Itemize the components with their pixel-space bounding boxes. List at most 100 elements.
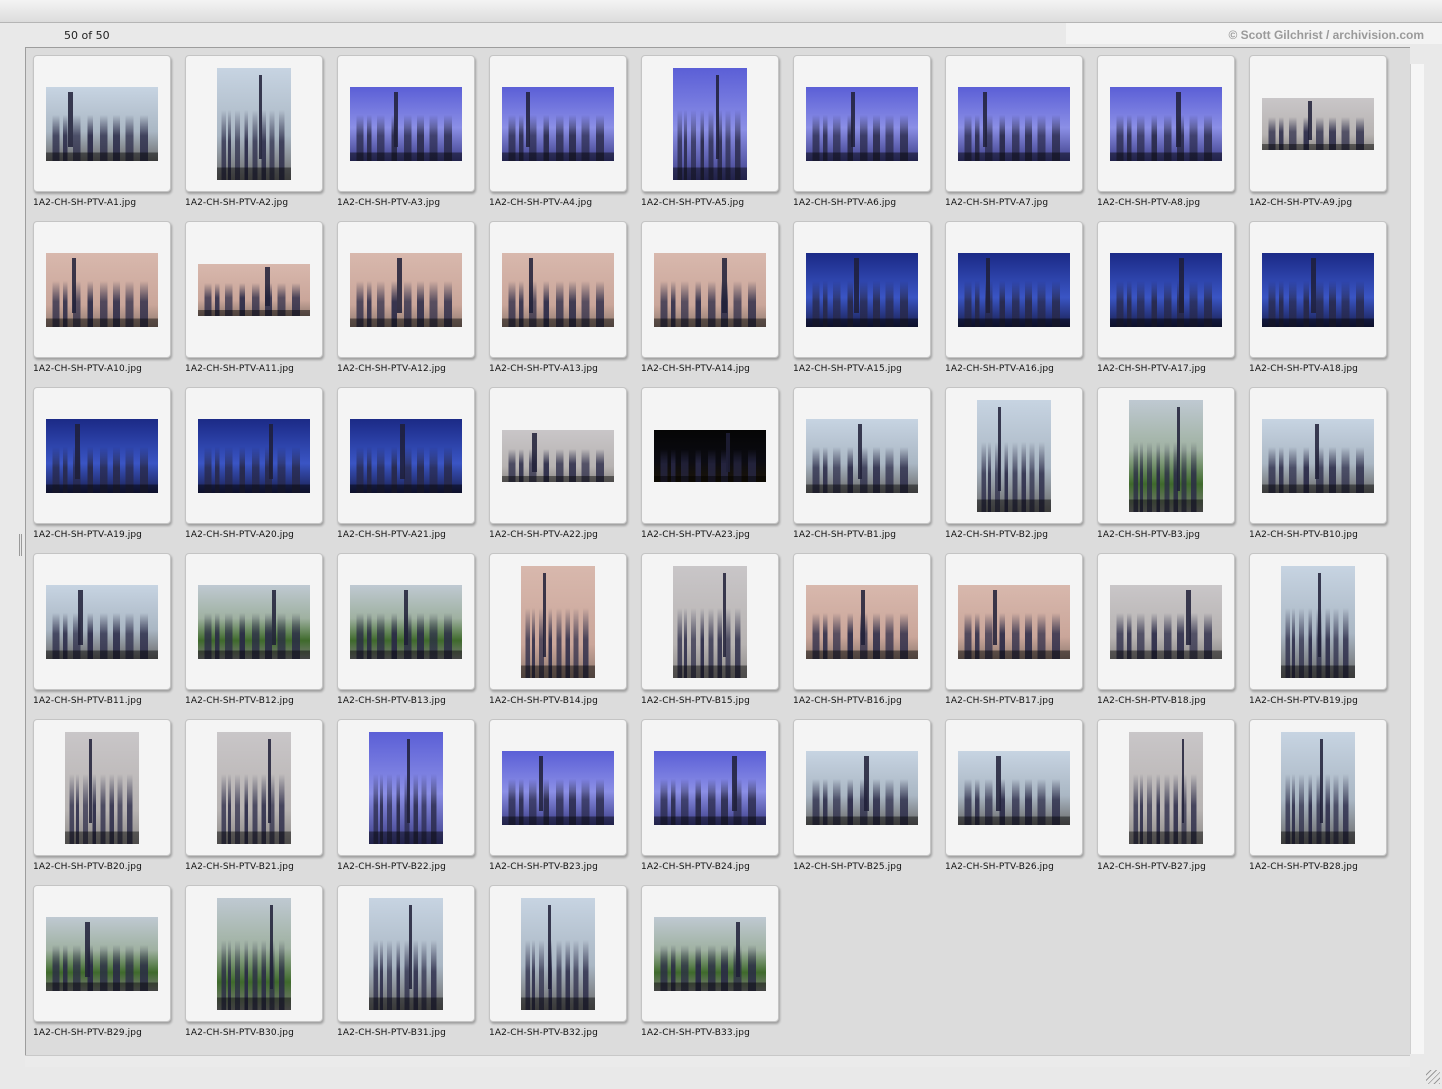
thumbnail-image[interactable] (1110, 584, 1222, 659)
thumbnail-card[interactable] (641, 55, 779, 192)
thumbnail-image[interactable] (806, 418, 918, 493)
thumbnail-image[interactable] (350, 252, 462, 327)
thumbnail-image[interactable] (654, 429, 766, 482)
thumbnail-card[interactable] (1249, 387, 1387, 524)
thumbnail-item[interactable]: 1A2-CH-SH-PTV-B3.jpg (1097, 387, 1249, 553)
thumbnail-card[interactable] (945, 387, 1083, 524)
thumbnail-card[interactable] (185, 55, 323, 192)
thumbnail-card[interactable] (337, 719, 475, 856)
thumbnail-card[interactable] (641, 885, 779, 1022)
thumbnail-card[interactable] (1097, 553, 1235, 690)
thumbnail-image[interactable] (1110, 86, 1222, 161)
thumbnail-card[interactable] (33, 885, 171, 1022)
thumbnail-card[interactable] (185, 885, 323, 1022)
thumbnail-item[interactable]: 1A2-CH-SH-PTV-A8.jpg (1097, 55, 1249, 221)
thumbnail-card[interactable] (1249, 719, 1387, 856)
thumbnail-item[interactable]: 1A2-CH-SH-PTV-A6.jpg (793, 55, 945, 221)
thumbnail-item[interactable]: 1A2-CH-SH-PTV-A14.jpg (641, 221, 793, 387)
thumbnail-item[interactable]: 1A2-CH-SH-PTV-A11.jpg (185, 221, 337, 387)
thumbnail-image[interactable] (502, 252, 614, 327)
thumbnail-image[interactable] (806, 584, 918, 659)
thumbnail-item[interactable]: 1A2-CH-SH-PTV-A23.jpg (641, 387, 793, 553)
thumbnail-item[interactable]: 1A2-CH-SH-PTV-A1.jpg (33, 55, 185, 221)
thumbnail-item[interactable]: 1A2-CH-SH-PTV-B12.jpg (185, 553, 337, 719)
thumbnail-image[interactable] (46, 916, 158, 991)
thumbnail-card[interactable] (185, 387, 323, 524)
thumbnail-card[interactable] (337, 553, 475, 690)
thumbnail-image[interactable] (806, 750, 918, 825)
thumbnail-image[interactable] (46, 86, 158, 161)
thumbnail-item[interactable]: 1A2-CH-SH-PTV-A22.jpg (489, 387, 641, 553)
thumbnail-image[interactable] (673, 67, 747, 180)
thumbnail-item[interactable]: 1A2-CH-SH-PTV-B29.jpg (33, 885, 185, 1051)
thumbnail-item[interactable]: 1A2-CH-SH-PTV-A15.jpg (793, 221, 945, 387)
thumbnail-card[interactable] (489, 55, 627, 192)
thumbnail-card[interactable] (793, 719, 931, 856)
thumbnail-card[interactable] (185, 221, 323, 358)
thumbnail-image[interactable] (806, 252, 918, 327)
thumbnail-image[interactable] (350, 86, 462, 161)
thumbnail-image[interactable] (198, 418, 310, 493)
thumbnail-card[interactable] (489, 553, 627, 690)
thumbnail-item[interactable]: 1A2-CH-SH-PTV-B10.jpg (1249, 387, 1401, 553)
thumbnail-item[interactable]: 1A2-CH-SH-PTV-A7.jpg (945, 55, 1097, 221)
thumbnail-card[interactable] (945, 221, 1083, 358)
thumbnail-item[interactable]: 1A2-CH-SH-PTV-B15.jpg (641, 553, 793, 719)
thumbnail-item[interactable]: 1A2-CH-SH-PTV-A3.jpg (337, 55, 489, 221)
thumbnail-card[interactable] (793, 221, 931, 358)
thumbnail-card[interactable] (793, 55, 931, 192)
thumbnail-card[interactable] (1249, 553, 1387, 690)
thumbnail-item[interactable]: 1A2-CH-SH-PTV-A4.jpg (489, 55, 641, 221)
thumbnail-card[interactable] (945, 553, 1083, 690)
thumbnail-card[interactable] (1097, 387, 1235, 524)
thumbnail-item[interactable]: 1A2-CH-SH-PTV-B26.jpg (945, 719, 1097, 885)
thumbnail-image[interactable] (502, 429, 614, 482)
thumbnail-card[interactable] (1097, 719, 1235, 856)
thumbnail-image[interactable] (1110, 252, 1222, 327)
thumbnail-image[interactable] (46, 584, 158, 659)
thumbnail-image[interactable] (1129, 399, 1203, 512)
thumbnail-card[interactable] (337, 55, 475, 192)
thumbnail-item[interactable]: 1A2-CH-SH-PTV-A9.jpg (1249, 55, 1401, 221)
panel-splitter-handle[interactable] (19, 534, 22, 556)
thumbnail-item[interactable]: 1A2-CH-SH-PTV-B21.jpg (185, 719, 337, 885)
thumbnail-item[interactable]: 1A2-CH-SH-PTV-B23.jpg (489, 719, 641, 885)
thumbnail-image[interactable] (1262, 418, 1374, 493)
thumbnail-image[interactable] (654, 916, 766, 991)
thumbnail-image[interactable] (502, 750, 614, 825)
thumbnail-card[interactable] (489, 719, 627, 856)
thumbnail-image[interactable] (654, 252, 766, 327)
thumbnail-card[interactable] (337, 221, 475, 358)
thumbnail-item[interactable]: 1A2-CH-SH-PTV-B27.jpg (1097, 719, 1249, 885)
thumbnail-item[interactable]: 1A2-CH-SH-PTV-B14.jpg (489, 553, 641, 719)
thumbnail-card[interactable] (33, 221, 171, 358)
thumbnail-item[interactable]: 1A2-CH-SH-PTV-B28.jpg (1249, 719, 1401, 885)
thumbnail-item[interactable]: 1A2-CH-SH-PTV-A13.jpg (489, 221, 641, 387)
thumbnail-card[interactable] (641, 387, 779, 524)
thumbnail-image[interactable] (521, 565, 595, 678)
thumbnail-item[interactable]: 1A2-CH-SH-PTV-B24.jpg (641, 719, 793, 885)
thumbnail-item[interactable]: 1A2-CH-SH-PTV-B25.jpg (793, 719, 945, 885)
thumbnail-image[interactable] (198, 584, 310, 659)
thumbnail-image[interactable] (217, 67, 291, 180)
thumbnail-card[interactable] (489, 387, 627, 524)
thumbnail-image[interactable] (958, 750, 1070, 825)
thumbnail-item[interactable]: 1A2-CH-SH-PTV-A10.jpg (33, 221, 185, 387)
thumbnail-image[interactable] (1129, 731, 1203, 844)
thumbnail-image[interactable] (958, 252, 1070, 327)
thumbnail-card[interactable] (1097, 221, 1235, 358)
thumbnail-image[interactable] (521, 897, 595, 1010)
vertical-scrollbar[interactable] (1410, 64, 1424, 1054)
thumbnail-image[interactable] (673, 565, 747, 678)
thumbnail-card[interactable] (641, 221, 779, 358)
thumbnail-image[interactable] (217, 897, 291, 1010)
thumbnail-card[interactable] (489, 885, 627, 1022)
thumbnail-item[interactable]: 1A2-CH-SH-PTV-B17.jpg (945, 553, 1097, 719)
thumbnail-image[interactable] (217, 731, 291, 844)
thumbnail-item[interactable]: 1A2-CH-SH-PTV-A2.jpg (185, 55, 337, 221)
resize-grip-icon[interactable] (1426, 1070, 1440, 1084)
thumbnail-image[interactable] (806, 86, 918, 161)
thumbnail-image[interactable] (1281, 731, 1355, 844)
thumbnail-card[interactable] (945, 55, 1083, 192)
thumbnail-item[interactable]: 1A2-CH-SH-PTV-A20.jpg (185, 387, 337, 553)
